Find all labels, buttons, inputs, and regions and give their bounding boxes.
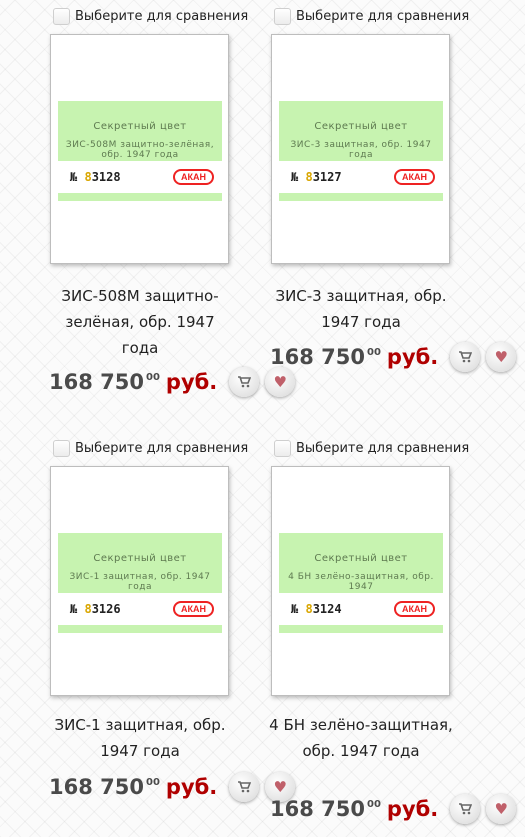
price: 168 750 00 xyxy=(49,370,160,394)
sample-number: № 83126 xyxy=(70,602,121,616)
price: 168 750 00 xyxy=(49,775,160,799)
price-row: 168 750 00 руб. ♥ xyxy=(270,342,517,372)
add-to-cart-button[interactable] xyxy=(450,342,481,372)
compare-label: Выберите для сравнения xyxy=(75,9,249,24)
currency: руб. xyxy=(165,370,218,394)
cart-icon xyxy=(459,803,473,815)
swatch-strip xyxy=(58,625,222,633)
sample-title: Секретный цвет xyxy=(93,553,187,564)
compare-option[interactable]: Выберите для сравнения xyxy=(274,440,469,457)
sample-title: Секретный цвет xyxy=(314,553,408,564)
brand-logo: АКАН xyxy=(173,169,214,185)
heart-icon: ♥ xyxy=(494,347,508,366)
brand-logo: АКАН xyxy=(173,601,214,617)
favorite-button[interactable]: ♥ xyxy=(486,794,517,824)
compare-option[interactable]: Выберите для сравнения xyxy=(53,440,248,457)
sample-title: Секретный цвет xyxy=(93,121,187,132)
color-sample-card: Секретный цвет 4 БН зелёно-защитная, обр… xyxy=(279,533,443,633)
product-image[interactable]: Секретный цвет ЗИС-1 защитная, обр. 1947… xyxy=(50,466,229,696)
color-swatch: Секретный цвет ЗИС-508М защитно-зелёная,… xyxy=(58,101,222,161)
sample-number: № 83128 xyxy=(70,170,121,184)
sample-number-row: № 83128 АКАН xyxy=(58,161,222,193)
cart-icon xyxy=(459,351,473,363)
compare-option[interactable]: Выберите для сравнения xyxy=(274,8,469,25)
compare-checkbox[interactable] xyxy=(53,440,70,457)
price-row: 168 750 00 руб. ♥ xyxy=(270,794,517,824)
sample-subtitle: 4 БН зелёно-защитная, обр. 1947 xyxy=(288,572,434,592)
swatch-strip xyxy=(58,193,222,201)
compare-label: Выберите для сравнения xyxy=(296,441,470,456)
heart-icon: ♥ xyxy=(273,372,287,391)
price: 168 750 00 xyxy=(270,345,381,369)
price-row: 168 750 00 руб. ♥ xyxy=(49,367,296,397)
price-row: 168 750 00 руб. ♥ xyxy=(49,772,296,802)
heart-icon: ♥ xyxy=(273,777,287,796)
add-to-cart-button[interactable] xyxy=(229,367,260,397)
sample-number-row: № 83127 АКАН xyxy=(279,161,443,193)
favorite-button[interactable]: ♥ xyxy=(486,342,517,372)
swatch-strip xyxy=(279,625,443,633)
currency: руб. xyxy=(386,345,439,369)
sample-title: Секретный цвет xyxy=(314,121,408,132)
add-to-cart-button[interactable] xyxy=(229,772,260,802)
sample-subtitle: ЗИС-508М защитно-зелёная, обр. 1947 года xyxy=(65,140,215,160)
color-swatch: Секретный цвет ЗИС-1 защитная, обр. 1947… xyxy=(58,533,222,593)
color-swatch: Секретный цвет ЗИС-3 защитная, обр. 1947… xyxy=(279,101,443,161)
currency: руб. xyxy=(165,775,218,799)
product-title[interactable]: ЗИС-508М защитно-зелёная, обр. 1947 года xyxy=(48,283,232,361)
color-sample-card: Секретный цвет ЗИС-1 защитная, обр. 1947… xyxy=(58,533,222,633)
color-sample-card: Секретный цвет ЗИС-3 защитная, обр. 1947… xyxy=(279,101,443,201)
color-sample-card: Секретный цвет ЗИС-508М защитно-зелёная,… xyxy=(58,101,222,201)
compare-checkbox[interactable] xyxy=(53,8,70,25)
sample-subtitle: ЗИС-3 защитная, обр. 1947 года xyxy=(290,140,432,160)
sample-number: № 83124 xyxy=(291,602,342,616)
currency: руб. xyxy=(386,797,439,821)
compare-checkbox[interactable] xyxy=(274,440,291,457)
color-swatch: Секретный цвет 4 БН зелёно-защитная, обр… xyxy=(279,533,443,593)
swatch-strip xyxy=(279,193,443,201)
cart-icon xyxy=(238,376,252,388)
compare-label: Выберите для сравнения xyxy=(75,441,249,456)
product-image[interactable]: Секретный цвет ЗИС-508М защитно-зелёная,… xyxy=(50,34,229,264)
heart-icon: ♥ xyxy=(494,799,508,818)
sample-subtitle: ЗИС-1 защитная, обр. 1947 года xyxy=(69,572,211,592)
compare-checkbox[interactable] xyxy=(274,8,291,25)
brand-logo: АКАН xyxy=(394,169,435,185)
sample-number-row: № 83124 АКАН xyxy=(279,593,443,625)
price: 168 750 00 xyxy=(270,797,381,821)
cart-icon xyxy=(238,781,252,793)
product-image[interactable]: Секретный цвет 4 БН зелёно-защитная, обр… xyxy=(271,466,450,696)
product-image[interactable]: Секретный цвет ЗИС-3 защитная, обр. 1947… xyxy=(271,34,450,264)
compare-option[interactable]: Выберите для сравнения xyxy=(53,8,248,25)
compare-label: Выберите для сравнения xyxy=(296,9,470,24)
sample-number: № 83127 xyxy=(291,170,342,184)
sample-number-row: № 83126 АКАН xyxy=(58,593,222,625)
product-title[interactable]: ЗИС-1 защитная, обр. 1947 года xyxy=(48,712,232,764)
product-title[interactable]: ЗИС-3 защитная, обр. 1947 года xyxy=(269,283,453,335)
add-to-cart-button[interactable] xyxy=(450,794,481,824)
product-title[interactable]: 4 БН зелёно-защитная, обр. 1947 года xyxy=(269,712,453,764)
brand-logo: АКАН xyxy=(394,601,435,617)
